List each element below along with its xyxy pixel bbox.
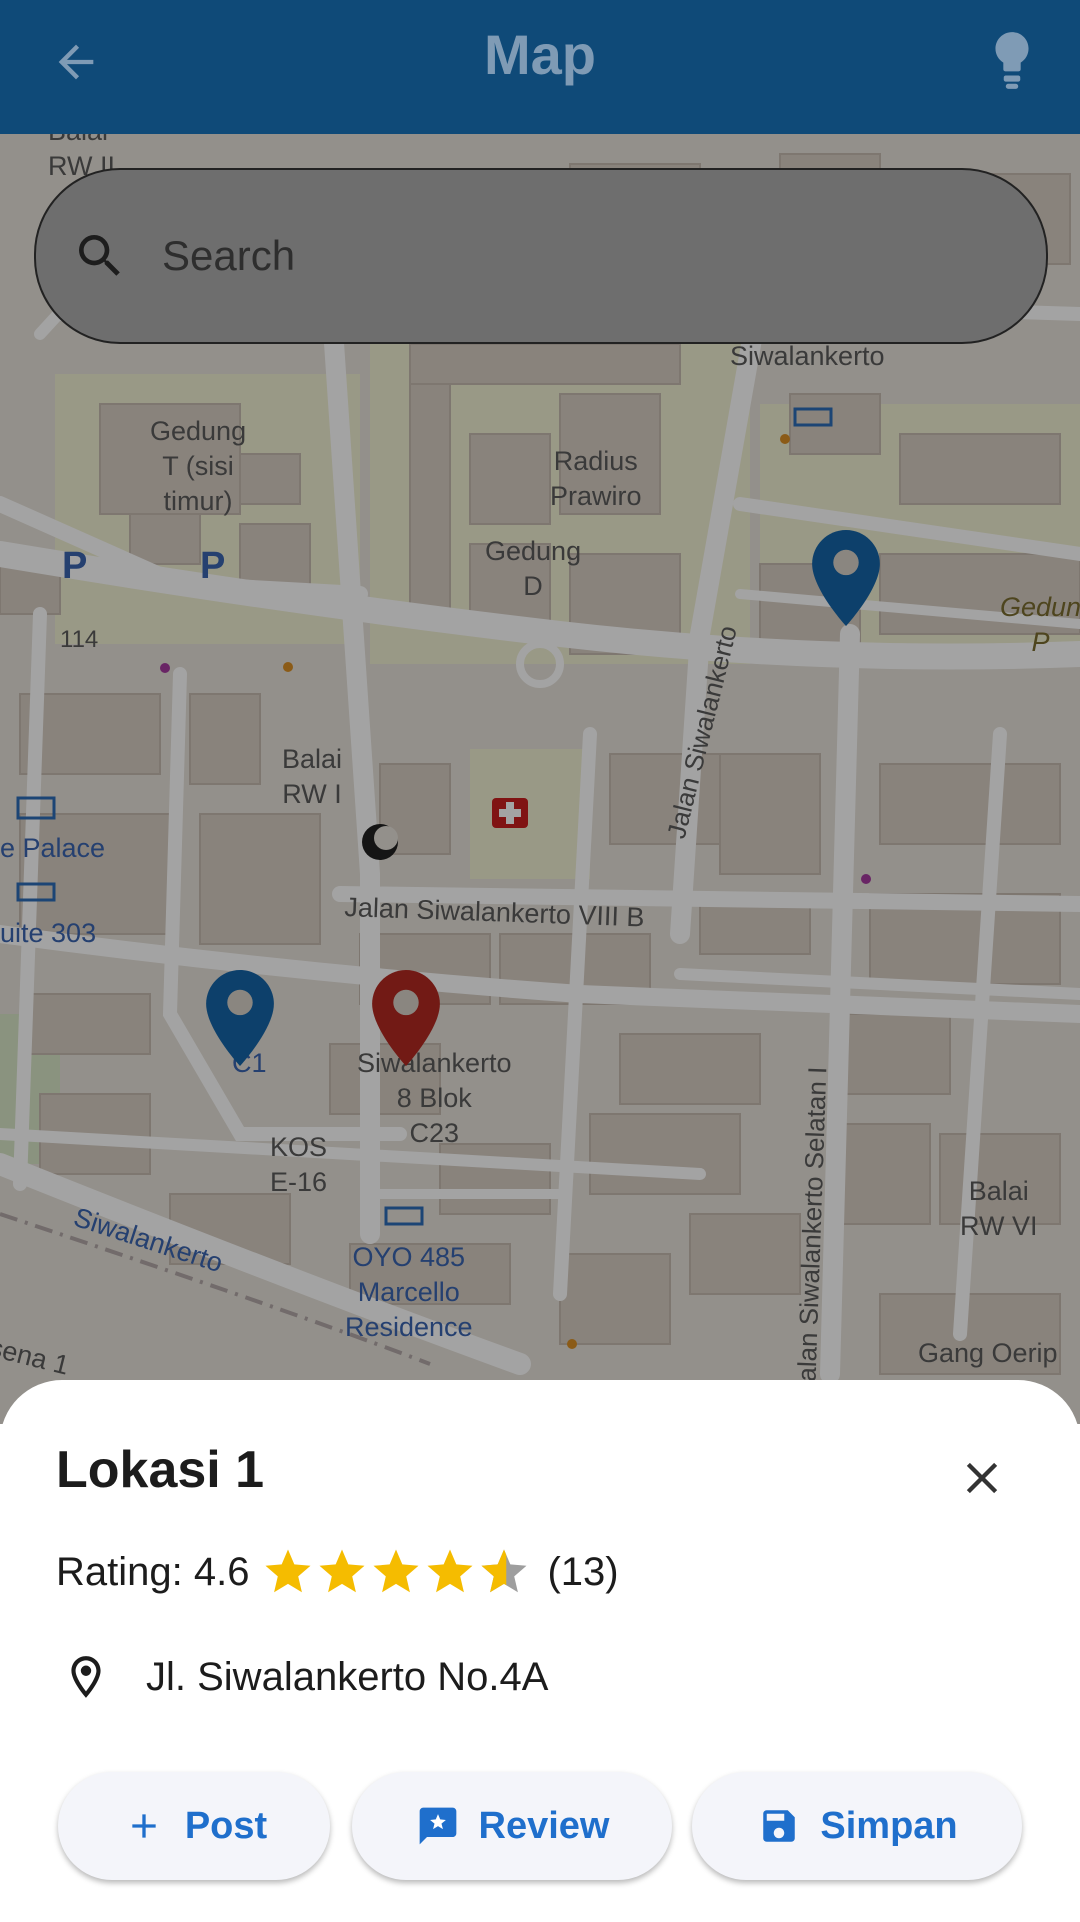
review-button[interactable]: Review (352, 1772, 672, 1880)
search-input[interactable] (160, 231, 964, 281)
star-half-icon (481, 1549, 527, 1593)
location-bottom-sheet: Lokasi 1 Rating: 4.6 (13) Jl. Siwalanker… (0, 1380, 1080, 1922)
lightbulb-icon (995, 32, 1029, 89)
rating-stars (261, 1545, 531, 1599)
star-full-icon (319, 1549, 365, 1593)
save-button-label: Simpan (820, 1804, 958, 1847)
star-full-icon (265, 1549, 311, 1593)
page-title: Map (484, 23, 596, 86)
close-button[interactable] (954, 1450, 1010, 1506)
address-text: Jl. Siwalankerto No.4A (146, 1654, 549, 1699)
location-pin-icon (56, 1647, 116, 1707)
rating-row: Rating: 4.6 (13) (56, 1542, 619, 1602)
rating-label: Rating: 4.6 (56, 1549, 250, 1594)
lightbulb-button[interactable] (980, 26, 1044, 96)
address-row: Jl. Siwalankerto No.4A (56, 1642, 548, 1712)
search-bar[interactable] (34, 168, 1048, 344)
app-root: Map RW II Siwalankerto Gedung T (sisi ti… (0, 0, 1080, 1922)
post-button[interactable]: Post (58, 1772, 330, 1880)
post-button-label: Post (184, 1804, 268, 1847)
star-full-icon (427, 1549, 473, 1593)
plus-icon (121, 1803, 167, 1849)
save-icon (756, 1803, 802, 1849)
star-full-icon (373, 1549, 419, 1593)
search-icon (70, 226, 130, 286)
rating-count: (13) (547, 1549, 619, 1594)
save-button[interactable]: Simpan (692, 1772, 1022, 1880)
rate-review-icon (415, 1803, 461, 1849)
review-button-label: Review (478, 1804, 610, 1847)
location-title: Lokasi 1 (56, 1441, 265, 1499)
close-icon (966, 1462, 998, 1494)
top-app-bar: Map (0, 0, 1080, 134)
